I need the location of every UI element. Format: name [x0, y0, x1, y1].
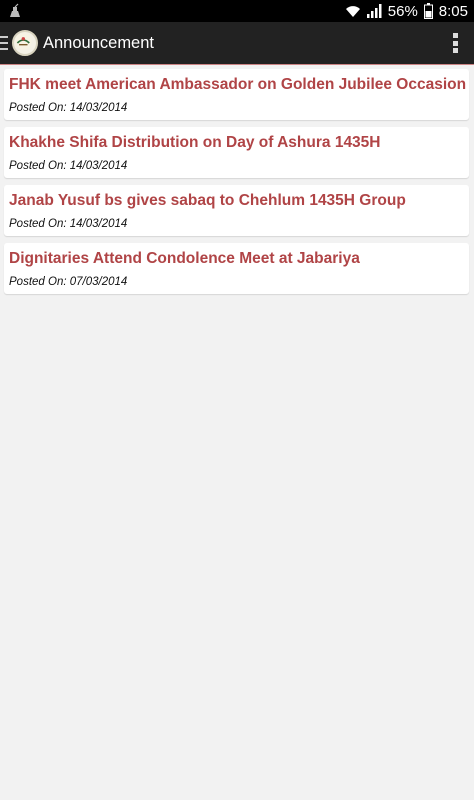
clock: 8:05: [438, 2, 468, 20]
announcement-date: Posted On: 14/03/2014: [9, 218, 128, 230]
announcement-item[interactable]: FHK meet American Ambassador on Golden J…: [4, 69, 469, 120]
announcement-date: Posted On: 07/03/2014: [9, 276, 128, 288]
announcement-title: Khakhe Shifa Distribution on Day of Ashu…: [9, 134, 381, 151]
cell-signal-icon: [366, 4, 382, 18]
page-title: Announcement: [43, 34, 154, 52]
debug-bug-icon: [10, 3, 20, 17]
announcement-date: Posted On: 14/03/2014: [9, 160, 128, 172]
announcement-date: Posted On: 14/03/2014: [9, 102, 128, 114]
overflow-menu-icon[interactable]: [452, 33, 458, 53]
announcement-item[interactable]: Janab Yusuf bs gives sabaq to Chehlum 14…: [4, 185, 469, 236]
announcement-title: FHK meet American Ambassador on Golden J…: [9, 76, 467, 93]
action-bar: Announcement: [0, 22, 474, 64]
announcement-title: Janab Yusuf bs gives sabaq to Chehlum 14…: [9, 192, 406, 209]
battery-percent: 56%: [387, 2, 418, 20]
status-bar: 56% 8:05: [0, 0, 474, 22]
announcement-item[interactable]: Khakhe Shifa Distribution on Day of Ashu…: [4, 127, 469, 178]
app-logo[interactable]: [12, 30, 38, 56]
announcement-title: Dignitaries Attend Condolence Meet at Ja…: [9, 250, 360, 267]
announcement-list: FHK meet American Ambassador on Golden J…: [4, 69, 469, 301]
hamburger-icon[interactable]: [0, 36, 8, 50]
battery-icon: [423, 3, 433, 19]
announcement-item[interactable]: Dignitaries Attend Condolence Meet at Ja…: [4, 243, 469, 294]
action-bar-divider: [0, 64, 474, 65]
wifi-icon: [345, 6, 360, 17]
